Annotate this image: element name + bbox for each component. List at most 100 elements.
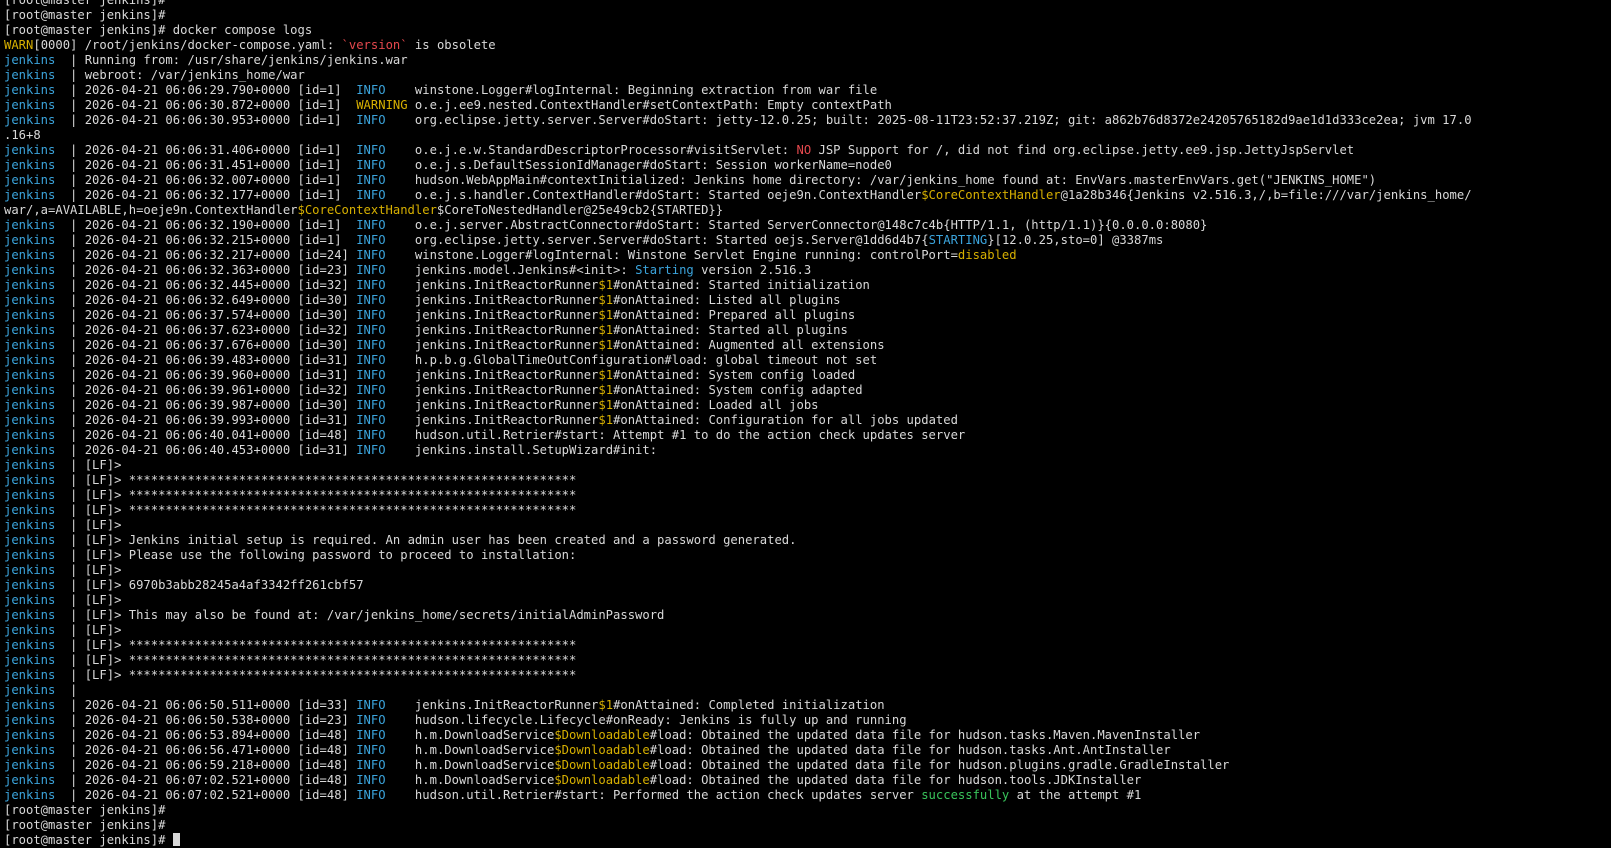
terminal-text-segment: jenkins	[4, 338, 56, 352]
terminal-text-segment: jenkins	[4, 368, 56, 382]
terminal-text-segment: $1	[598, 413, 614, 427]
terminal-line: jenkins | 2026-04-21 06:06:29.790+0000 […	[4, 83, 1607, 98]
terminal-text-segment: jenkins	[4, 53, 56, 67]
terminal-line: [root@master jenkins]#	[4, 818, 1607, 833]
terminal-text-segment: .16+8	[4, 128, 41, 142]
terminal-text-segment: [root@master jenkins]# docker compose lo…	[4, 23, 313, 37]
terminal-text-segment: INFO	[356, 368, 386, 382]
terminal-text-segment: jenkins	[4, 668, 56, 682]
terminal-text-segment: | Running from: /usr/share/jenkins/jenki…	[55, 53, 408, 67]
terminal-text-segment: JSP Support for /, did not find org.ecli…	[811, 143, 1355, 157]
terminal-text-segment: INFO	[356, 113, 386, 127]
terminal-text-segment: h.p.b.g.GlobalTimeOutConfiguration#load:…	[385, 353, 878, 367]
terminal-text-segment: jenkins.InitReactorRunner	[385, 413, 599, 427]
terminal-text-segment: #onAttained: Started initialization	[613, 278, 870, 292]
terminal-text-segment: | 2026-04-21 06:06:32.215+0000 [id=1]	[55, 233, 357, 247]
terminal-text-segment: jenkins	[4, 158, 56, 172]
terminal-text-segment: jenkins	[4, 353, 56, 367]
terminal-text-segment: jenkins	[4, 278, 56, 292]
terminal-text-segment: INFO	[356, 248, 386, 262]
terminal-text-segment: jenkins	[4, 233, 56, 247]
terminal-text-segment: INFO	[356, 758, 386, 772]
terminal-text-segment: h.m.DownloadService	[385, 758, 555, 772]
terminal-text-segment: jenkins	[4, 98, 56, 112]
terminal-text-segment: jenkins	[4, 113, 56, 127]
terminal-line: jenkins | [LF]>	[4, 458, 1607, 473]
terminal-text-segment: jenkins	[4, 518, 56, 532]
terminal-line: jenkins | 2026-04-21 06:07:02.521+0000 […	[4, 788, 1607, 803]
terminal-text-segment: INFO	[356, 788, 386, 802]
terminal-text-segment: successfully	[921, 788, 1010, 802]
terminal-output[interactable]: [root@master jenkins]# [root@master jenki…	[4, 0, 1607, 848]
terminal-text-segment: Starting	[635, 263, 694, 277]
terminal-text-segment: | 2026-04-21 06:06:39.993+0000 [id=31]	[55, 413, 357, 427]
terminal-text-segment: [root@master jenkins]#	[4, 803, 166, 817]
terminal-line: jenkins | 2026-04-21 06:06:32.445+0000 […	[4, 278, 1607, 293]
terminal-text-segment: | 2026-04-21 06:06:37.574+0000 [id=30]	[55, 308, 357, 322]
terminal-line: jenkins | 2026-04-21 06:06:32.177+0000 […	[4, 188, 1607, 203]
terminal-text-segment: | [LF]> ********************************…	[55, 503, 577, 517]
terminal-text-segment: jenkins	[4, 308, 56, 322]
terminal-text-segment: jenkins	[4, 758, 56, 772]
terminal-text-segment: | 2026-04-21 06:06:29.790+0000 [id=1]	[55, 83, 357, 97]
terminal-line: jenkins | 2026-04-21 06:06:39.993+0000 […	[4, 413, 1607, 428]
terminal-line: jenkins | webroot: /var/jenkins_home/war	[4, 68, 1607, 83]
terminal-line: jenkins | [LF]> ************************…	[4, 473, 1607, 488]
terminal-text-segment: | 2026-04-21 06:06:39.961+0000 [id=32]	[55, 383, 357, 397]
terminal-line: .16+8	[4, 128, 1607, 143]
terminal-text-segment: jenkins	[4, 173, 56, 187]
terminal-line: jenkins | [LF]>	[4, 518, 1607, 533]
terminal-text-segment: is obsolete	[407, 38, 496, 52]
terminal-text-segment: $1	[598, 368, 614, 382]
terminal-text-segment: INFO	[356, 278, 386, 292]
terminal-line: jenkins | 2026-04-21 06:06:30.872+0000 […	[4, 98, 1607, 113]
terminal-text-segment: | 2026-04-21 06:06:39.483+0000 [id=31]	[55, 353, 357, 367]
terminal-text-segment: o.e.j.server.AbstractConnector#doStart: …	[385, 218, 1208, 232]
terminal-text-segment: jenkins	[4, 143, 56, 157]
terminal-text-segment: | 2026-04-21 06:06:31.406+0000 [id=1]	[55, 143, 357, 157]
terminal-text-segment: [root@master jenkins]#	[4, 818, 166, 832]
terminal-text-segment: jenkins	[4, 683, 56, 697]
terminal-text-segment: jenkins	[4, 428, 56, 442]
terminal-text-segment: INFO	[356, 338, 386, 352]
terminal-text-segment: jenkins	[4, 488, 56, 502]
terminal-text-segment: | [LF]>	[55, 458, 122, 472]
terminal-text-segment: | 2026-04-21 06:06:40.041+0000 [id=48]	[55, 428, 357, 442]
terminal-text-segment: | [LF]> ********************************…	[55, 473, 577, 487]
terminal-text-segment: | 2026-04-21 06:06:37.623+0000 [id=32]	[55, 323, 357, 337]
terminal-text-segment: jenkins.InitReactorRunner	[385, 368, 599, 382]
terminal-text-segment: INFO	[356, 728, 386, 742]
terminal-text-segment: $CoreContextHandler	[297, 203, 437, 217]
terminal-text-segment: | [LF]>	[55, 518, 122, 532]
terminal-text-segment: jenkins	[4, 263, 56, 277]
terminal-line: jenkins | 2026-04-21 06:06:39.961+0000 […	[4, 383, 1607, 398]
terminal-line: jenkins | [LF]>	[4, 593, 1607, 608]
terminal-text-segment: INFO	[356, 188, 386, 202]
terminal-text-segment: hudson.lifecycle.Lifecycle#onReady: Jenk…	[385, 713, 907, 727]
terminal-line: jenkins | 2026-04-21 06:06:50.511+0000 […	[4, 698, 1607, 713]
terminal-text-segment: #onAttained: System config adapted	[613, 383, 863, 397]
terminal-text-segment: jenkins	[4, 83, 56, 97]
terminal-text-segment: jenkins	[4, 413, 56, 427]
terminal-text-segment: | 2026-04-21 06:06:32.217+0000 [id=24]	[55, 248, 357, 262]
terminal-text-segment: hudson.WebAppMain#contextInitialized: Je…	[385, 173, 1377, 187]
terminal-text-segment: jenkins	[4, 548, 56, 562]
terminal-text-segment: jenkins.InitReactorRunner	[385, 698, 599, 712]
terminal-text-segment: winstone.Logger#logInternal: Winstone Se…	[385, 248, 958, 262]
terminal-text-segment: #onAttained: Loaded all jobs	[613, 398, 819, 412]
terminal-text-segment: jenkins	[4, 608, 56, 622]
terminal-text-segment: | 2026-04-21 06:06:32.177+0000 [id=1]	[55, 188, 357, 202]
terminal-text-segment: jenkins	[4, 623, 56, 637]
terminal-text-segment: | [LF]> This may also be found at: /var/…	[55, 608, 665, 622]
terminal-text-segment: | 2026-04-21 06:06:31.451+0000 [id=1]	[55, 158, 357, 172]
terminal-text-segment: jenkins	[4, 578, 56, 592]
terminal-text-segment: WARNING	[356, 98, 408, 112]
terminal-text-segment: jenkins	[4, 323, 56, 337]
terminal-line: jenkins | 2026-04-21 06:06:30.953+0000 […	[4, 113, 1607, 128]
terminal-text-segment: [0000] /root/jenkins/docker-compose.yaml…	[33, 38, 342, 52]
terminal-text-segment: jenkins	[4, 773, 56, 787]
terminal-text-segment: jenkins	[4, 638, 56, 652]
terminal-text-segment: $1	[598, 323, 614, 337]
terminal-text-segment: jenkins	[4, 788, 56, 802]
terminal-line: jenkins | [LF]> Please use the following…	[4, 548, 1607, 563]
